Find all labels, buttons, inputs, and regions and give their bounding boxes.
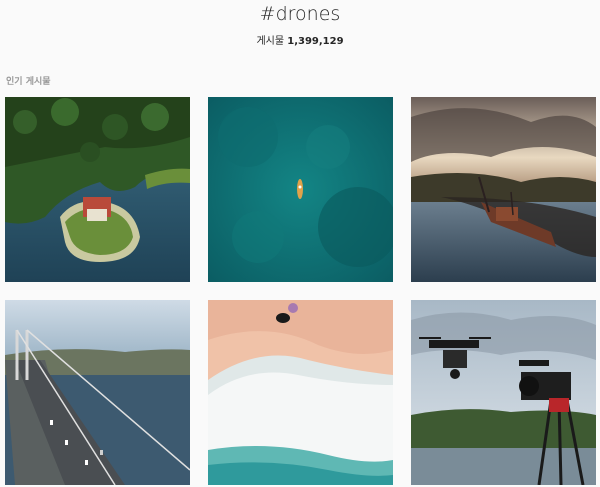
beach-waves-image <box>208 300 393 485</box>
top-posts-heading: 인기 게시물 <box>6 77 51 87</box>
drone-camera-image <box>411 300 596 485</box>
post-thumbnail-shipwreck[interactable] <box>411 97 596 282</box>
suspension-bridge-image <box>5 300 190 485</box>
post-count-line: 게시물 1,399,129 <box>0 32 600 47</box>
post-thumbnail-turquoise-sea-boat[interactable] <box>208 97 393 282</box>
shipwreck-image <box>411 97 596 282</box>
post-thumbnail-beach-waves[interactable] <box>208 300 393 485</box>
posts-label: 게시물 <box>256 36 285 47</box>
post-thumbnail-lakeside-house[interactable] <box>5 97 190 282</box>
post-thumbnail-drone-camera[interactable] <box>411 300 596 485</box>
posts-count: 1,399,129 <box>287 36 344 47</box>
lakeside-house-image <box>5 97 190 282</box>
hashtag-title: #drones <box>259 3 341 25</box>
turquoise-sea-boat-image <box>208 97 393 282</box>
post-thumbnail-suspension-bridge[interactable] <box>5 300 190 485</box>
hashtag-page: #drones 게시물 1,399,129 인기 게시물 <box>0 0 600 487</box>
